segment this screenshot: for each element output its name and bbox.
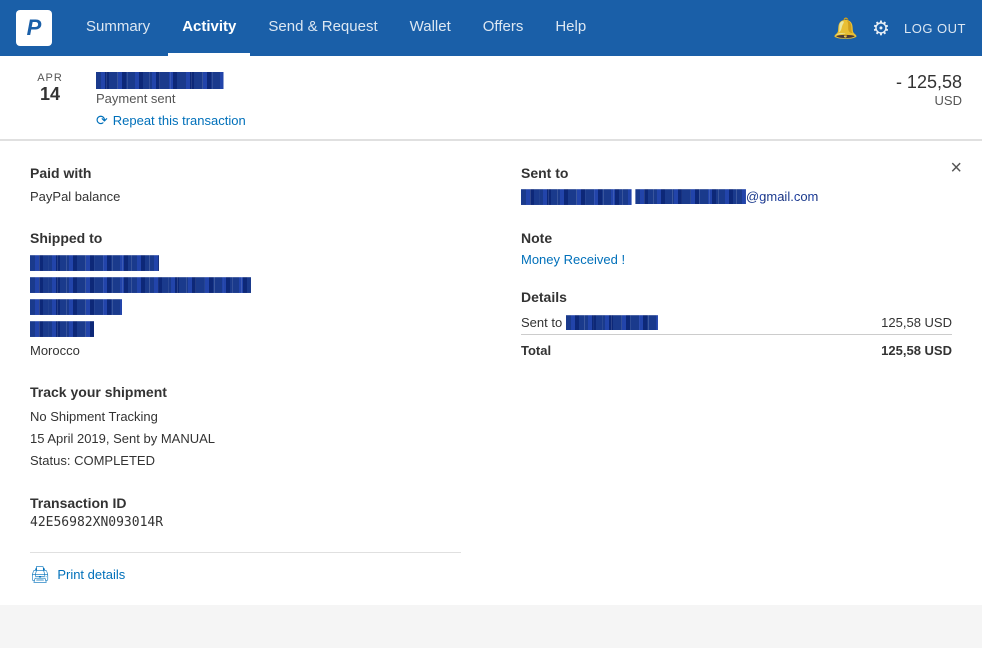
- sent-to-name: ████████████: [521, 187, 632, 208]
- note-label: Note: [521, 230, 952, 246]
- total-row: Total 125,58 USD: [521, 334, 952, 362]
- paypal-logo[interactable]: P: [16, 10, 52, 46]
- nav-right: 🔔 ⚙ LOG OUT: [833, 16, 966, 41]
- sent-to-email: ████████████@gmail.com: [635, 189, 818, 204]
- details-table: Sent to ██████████ 125,58 USD Total 125,…: [521, 311, 952, 362]
- nav-offers[interactable]: Offers: [469, 0, 538, 56]
- txn-id-label: Transaction ID: [30, 495, 461, 511]
- repeat-icon: ⟳: [96, 112, 108, 129]
- paid-with-label: Paid with: [30, 165, 461, 181]
- navbar: P Summary Activity Send & Request Wallet…: [0, 0, 982, 56]
- shipped-to-label: Shipped to: [30, 230, 461, 246]
- transaction-title: ████████████: [96, 72, 256, 89]
- details-label: Details: [521, 289, 952, 305]
- detail-left: Paid with PayPal balance Shipped to ████…: [30, 165, 461, 585]
- address-line-3: ██████████: [30, 296, 122, 318]
- shipped-to-section: Shipped to ██████████████ ██████████████…: [30, 230, 461, 362]
- address-line-4: ███████: [30, 318, 94, 340]
- nav-activity[interactable]: Activity: [168, 0, 250, 56]
- logout-button[interactable]: LOG OUT: [904, 21, 966, 36]
- details-section: Details Sent to ██████████ 125,58 USD To…: [521, 289, 952, 362]
- date-block: APR 14: [20, 72, 80, 105]
- logo-text: P: [27, 15, 42, 41]
- track-label: Track your shipment: [30, 384, 461, 400]
- repeat-transaction-link[interactable]: ⟳ Repeat this transaction: [96, 112, 842, 129]
- date-day: 14: [20, 84, 80, 105]
- track-shipment-section: Track your shipment No Shipment Tracking…: [30, 384, 461, 472]
- track-line-2: 15 April 2019, Sent by MANUAL: [30, 428, 461, 450]
- detail-columns: Paid with PayPal balance Shipped to ████…: [30, 165, 952, 585]
- date-month: APR: [20, 72, 80, 84]
- main-content: APR 14 ████████████ Payment sent ⟳ Repea…: [0, 56, 982, 605]
- nav-help[interactable]: Help: [541, 0, 600, 56]
- nav-summary[interactable]: Summary: [72, 0, 164, 56]
- note-value: Money Received !: [521, 252, 952, 267]
- paid-with-section: Paid with PayPal balance: [30, 165, 461, 208]
- nav-send-request[interactable]: Send & Request: [254, 0, 391, 56]
- details-row-label: Sent to ██████████: [521, 311, 805, 335]
- transaction-amount: - 125,58 USD: [842, 72, 962, 108]
- sent-to-label: Sent to: [521, 165, 952, 181]
- details-row: Sent to ██████████ 125,58 USD: [521, 311, 952, 335]
- detail-panel: × Paid with PayPal balance Shipped to ██…: [0, 140, 982, 605]
- repeat-label: Repeat this transaction: [113, 113, 246, 128]
- transaction-status: Payment sent: [96, 91, 842, 106]
- transaction-info: ████████████ Payment sent ⟳ Repeat this …: [96, 72, 842, 129]
- detail-right: Sent to ████████████ ████████████@gmail.…: [521, 165, 952, 585]
- close-button[interactable]: ×: [950, 157, 962, 180]
- nav-wallet[interactable]: Wallet: [396, 0, 465, 56]
- print-details-link[interactable]: 🖨 Print details: [30, 552, 461, 585]
- nav-links: Summary Activity Send & Request Wallet O…: [72, 0, 833, 56]
- paid-with-value: PayPal balance: [30, 187, 461, 208]
- track-line-3: Status: COMPLETED: [30, 450, 461, 472]
- print-icon: 🖨: [30, 565, 50, 585]
- total-amount: 125,58 USD: [805, 334, 952, 362]
- gear-icon[interactable]: ⚙: [872, 16, 890, 41]
- transaction-row: APR 14 ████████████ Payment sent ⟳ Repea…: [0, 56, 982, 140]
- total-label: Total: [521, 334, 805, 362]
- track-line-1: No Shipment Tracking: [30, 406, 461, 428]
- details-row-amount: 125,58 USD: [805, 311, 952, 335]
- address-line-5: Morocco: [30, 340, 461, 362]
- details-row-recipient: ██████████: [566, 315, 658, 330]
- amount-currency: USD: [842, 93, 962, 108]
- address-line-1: ██████████████: [30, 252, 159, 274]
- txn-id-value: 42E56982XN093014R: [30, 515, 461, 530]
- address-line-2: ████████████████████████: [30, 274, 251, 296]
- note-section: Note Money Received !: [521, 230, 952, 267]
- bell-icon[interactable]: 🔔: [833, 16, 858, 41]
- transaction-id-section: Transaction ID 42E56982XN093014R: [30, 495, 461, 530]
- amount-value: - 125,58: [842, 72, 962, 93]
- print-label: Print details: [57, 567, 125, 582]
- sent-to-section: Sent to ████████████ ████████████@gmail.…: [521, 165, 952, 208]
